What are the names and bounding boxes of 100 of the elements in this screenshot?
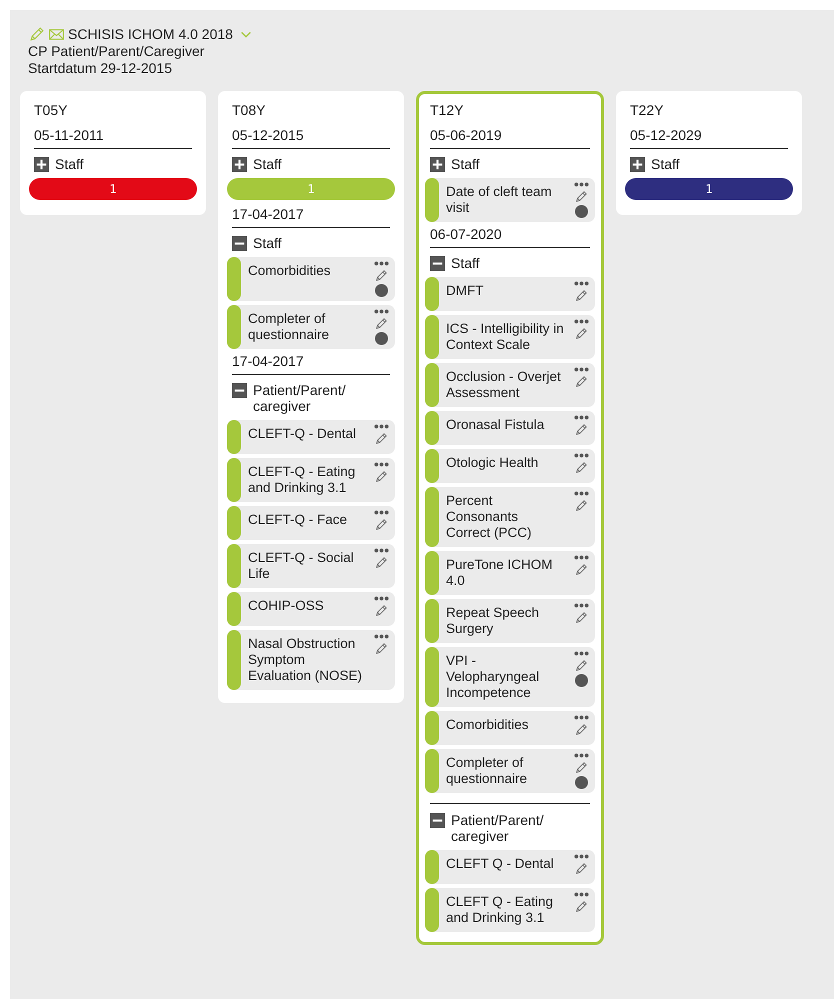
status-bar: [425, 315, 439, 359]
edit-icon[interactable]: [574, 659, 588, 673]
more-icon[interactable]: [574, 281, 588, 286]
edit-icon[interactable]: [374, 642, 388, 656]
edit-icon[interactable]: [574, 499, 588, 513]
status-bar: [227, 506, 241, 540]
status-bar: [425, 711, 439, 745]
edit-icon[interactable]: [574, 862, 588, 876]
form-title: SCHISIS ICHOM 4.0 2018: [68, 26, 233, 43]
status-bar: [425, 888, 439, 932]
session-date: 05-12-2029: [630, 127, 788, 149]
status-bar: [425, 850, 439, 884]
more-icon[interactable]: [574, 854, 588, 859]
questionnaire-name: Repeat Speech Surgery: [445, 604, 540, 638]
more-icon[interactable]: [574, 367, 588, 372]
group-label: Staff: [253, 156, 282, 172]
collapse-icon[interactable]: [430, 813, 445, 828]
expand-icon[interactable]: [34, 157, 49, 172]
questionnaire-name: Nasal Obstruction Symptom Evaluation (NOSE): [247, 635, 364, 685]
count-badge: 1: [625, 178, 793, 200]
more-icon[interactable]: [574, 555, 588, 560]
edit-icon[interactable]: [374, 470, 388, 484]
collapse-icon[interactable]: [232, 236, 247, 251]
group-label: Patient/Parent/ caregiver: [451, 812, 545, 844]
questionnaire-name: PureTone ICHOM 4.0: [445, 556, 554, 590]
questionnaire-name: Otologic Health: [445, 454, 540, 472]
more-icon[interactable]: [374, 548, 388, 553]
edit-icon[interactable]: [574, 289, 588, 303]
more-icon[interactable]: [574, 651, 588, 656]
more-icon[interactable]: [374, 462, 388, 467]
status-bar: [425, 599, 439, 643]
collapse-icon[interactable]: [430, 256, 445, 271]
questionnaire-name: Oronasal Fistula: [445, 416, 546, 434]
more-icon[interactable]: [374, 424, 388, 429]
edit-icon[interactable]: [374, 518, 388, 532]
group-label: Staff: [451, 255, 480, 271]
more-icon[interactable]: [374, 309, 388, 314]
edit-icon[interactable]: [574, 190, 588, 204]
edit-icon[interactable]: [574, 563, 588, 577]
timepoint-title: T12Y: [429, 101, 464, 119]
edit-icon[interactable]: [574, 723, 588, 737]
expand-icon[interactable]: [430, 157, 445, 172]
edit-icon[interactable]: [374, 317, 388, 331]
status-bar: [425, 363, 439, 407]
status-bar: [425, 277, 439, 311]
questionnaire-name: CLEFT Q - Eating and Drinking 3.1: [445, 893, 554, 927]
edit-icon[interactable]: [574, 423, 588, 437]
session-date: 05-12-2015: [232, 127, 390, 149]
more-icon[interactable]: [574, 319, 588, 324]
edit-icon[interactable]: [574, 327, 588, 341]
more-icon[interactable]: [574, 753, 588, 758]
timepoint-title: T08Y: [231, 101, 266, 119]
timepoint-title: T05Y: [33, 101, 68, 119]
status-bar: [227, 544, 241, 588]
expand-icon[interactable]: [232, 157, 247, 172]
questionnaire-name: Percent Consonants Correct (PCC): [445, 492, 533, 542]
expand-icon[interactable]: [630, 157, 645, 172]
edit-icon[interactable]: [574, 900, 588, 914]
edit-icon[interactable]: [574, 611, 588, 625]
edit-icon[interactable]: [374, 432, 388, 446]
questionnaire-name: DMFT: [445, 282, 484, 300]
questionnaire-name: COHIP-OSS: [247, 597, 325, 615]
group-label: Staff: [55, 156, 84, 172]
questionnaire-name: CLEFT-Q - Social Life: [247, 549, 355, 583]
session-date: 05-11-2011: [34, 127, 192, 149]
status-bar: [227, 592, 241, 626]
more-icon[interactable]: [574, 415, 588, 420]
count-badge: 1: [29, 178, 197, 200]
questionnaire-name: Date of cleft team visit: [445, 183, 553, 217]
more-icon[interactable]: [574, 453, 588, 458]
status-bar: [425, 449, 439, 483]
questionnaire-name: VPI - Velopharyngeal Incompetence: [445, 652, 540, 702]
edit-icon[interactable]: [374, 604, 388, 618]
status-bar: [425, 411, 439, 445]
status-bar: [227, 305, 241, 349]
more-icon[interactable]: [374, 261, 388, 266]
session-date: 17-04-2017: [232, 206, 390, 228]
edit-icon[interactable]: [374, 556, 388, 570]
collapse-icon[interactable]: [232, 383, 247, 398]
more-icon[interactable]: [374, 634, 388, 639]
status-bar: [227, 630, 241, 690]
edit-icon[interactable]: [374, 269, 388, 283]
group-label: Staff: [451, 156, 480, 172]
more-icon[interactable]: [374, 596, 388, 601]
more-icon[interactable]: [574, 892, 588, 897]
more-icon[interactable]: [574, 603, 588, 608]
status-bar: [227, 458, 241, 502]
edit-icon[interactable]: [574, 375, 588, 389]
status-bar: [227, 420, 241, 454]
edit-icon[interactable]: [574, 761, 588, 775]
group-label: Patient/Parent/ caregiver: [253, 382, 347, 414]
edit-icon[interactable]: [574, 461, 588, 475]
more-icon[interactable]: [574, 491, 588, 496]
more-icon[interactable]: [574, 715, 588, 720]
form-subtitle: CP Patient/Parent/Caregiver: [28, 43, 206, 60]
more-icon[interactable]: [374, 510, 388, 515]
more-icon[interactable]: [574, 182, 588, 187]
session-date: 06-07-2020: [430, 226, 590, 248]
start-date: Startdatum 29-12-2015: [28, 60, 173, 77]
timepoint-title: T22Y: [629, 101, 664, 119]
